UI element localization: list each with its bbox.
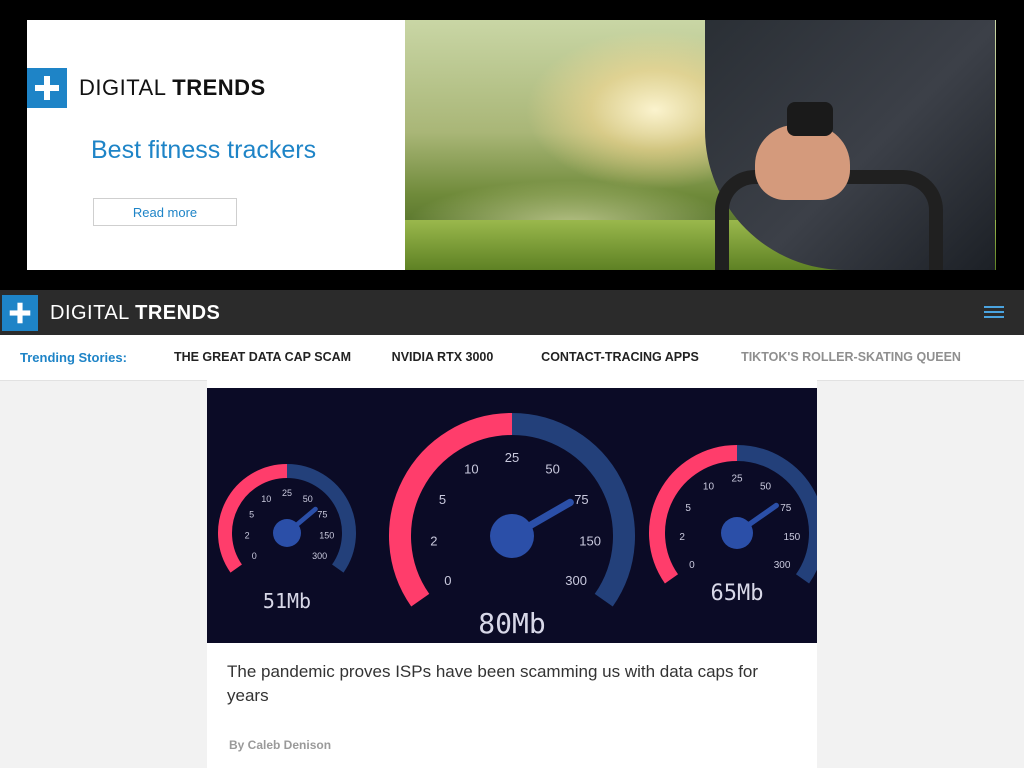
gauge-tick-label: 150 <box>784 532 801 543</box>
gauge-tick-label: 300 <box>565 573 587 588</box>
gauge-hub <box>490 514 534 558</box>
gauge-hub <box>273 519 301 547</box>
gauge-tick-label: 300 <box>312 551 327 561</box>
hamburger-menu-icon[interactable] <box>984 306 1004 320</box>
site-logo[interactable]: DIGITAL TRENDS <box>2 295 220 331</box>
fitness-pushup-photo[interactable] <box>405 20 996 270</box>
gauge-tick-label: 75 <box>317 510 327 520</box>
gauge-tick-label: 5 <box>439 492 446 507</box>
gauge-tick-label: 25 <box>282 488 292 498</box>
gauge-tick-label: 0 <box>444 573 451 588</box>
gauge-tick-label: 50 <box>760 481 772 492</box>
smartwatch-icon <box>787 102 833 136</box>
trending-item-tiktok[interactable]: TIKTOK'S ROLLER-SKATING QUEEN <box>720 337 982 377</box>
gauge-speed-label: 51Mb <box>263 589 311 613</box>
gauge-tick-label: 2 <box>245 531 250 541</box>
gauge-tick-label: 10 <box>464 461 478 476</box>
brand-plus-icon <box>2 295 38 331</box>
gauge-hub <box>721 517 753 549</box>
gauge-tick-label: 2 <box>679 532 685 543</box>
gauge-tick-label: 5 <box>249 510 254 520</box>
gauge-tick-label: 25 <box>505 450 519 465</box>
gauge-tick-label: 2 <box>430 533 437 548</box>
gauge-arc-active <box>649 445 738 584</box>
gauge-tick-label: 0 <box>689 560 695 571</box>
gauge-speed-label: 65Mb <box>711 581 764 606</box>
gauge-tick-label: 25 <box>731 473 743 484</box>
article-card[interactable]: 0 2 5 10 25 50 75 150 300 51Mb 0 2 5 10 25 50 75 150 300 80… <box>207 380 817 768</box>
ad-brand-logo: DIGITAL TRENDS <box>27 68 266 108</box>
gauge-tick-label: 10 <box>261 494 271 504</box>
article-author[interactable]: By Caleb Denison <box>229 738 331 752</box>
gauge-tick-label: 50 <box>545 461 559 476</box>
gauge-tick-label: 0 <box>252 551 257 561</box>
gauge-2: 0251025507515030080Mb <box>389 413 635 640</box>
gauge-tick-label: 300 <box>774 560 791 571</box>
gauge-tick-label: 150 <box>319 531 334 541</box>
trending-label-link[interactable]: Trending Stories: <box>20 350 127 365</box>
gauge-tick-label: 75 <box>780 503 792 514</box>
article-title-link[interactable]: The pandemic proves ISPs have been scamm… <box>227 660 787 708</box>
gauge-arc-active <box>389 413 513 607</box>
ad-banner[interactable]: DIGITAL TRENDS Best fitness trackers Rea… <box>27 20 996 270</box>
brand-plus-icon <box>27 68 67 108</box>
ad-brand-wordmark: DIGITAL TRENDS <box>79 75 266 100</box>
gauge-tick-label: 10 <box>703 481 715 492</box>
speedometer-gauges-image[interactable]: 0 2 5 10 25 50 75 150 300 51Mb 0 2 5 10 25 50 75 150 300 80… <box>207 388 817 643</box>
gauge-tick-label: 5 <box>685 503 691 514</box>
read-more-button[interactable]: Read more <box>93 198 237 226</box>
gauge-tick-label: 50 <box>303 494 313 504</box>
site-header: DIGITAL TRENDS <box>0 290 1024 335</box>
gauge-1: 0251025507515030051Mb <box>218 464 356 613</box>
gauge-3: 0251025507515030065Mb <box>649 445 817 606</box>
gauge-tick-label: 150 <box>579 533 601 548</box>
ad-headline: Best fitness trackers <box>91 136 317 164</box>
trending-item-rtx[interactable]: NVIDIA RTX 3000 <box>365 337 521 377</box>
gauge-speed-label: 80Mb <box>478 607 545 640</box>
trending-item-contact-tracing[interactable]: CONTACT-TRACING APPS <box>520 337 721 377</box>
site-wordmark: DIGITAL TRENDS <box>50 301 221 324</box>
gauge-tick-label: 75 <box>574 492 588 507</box>
trending-item-data-cap[interactable]: THE GREAT DATA CAP SCAM <box>160 337 366 377</box>
